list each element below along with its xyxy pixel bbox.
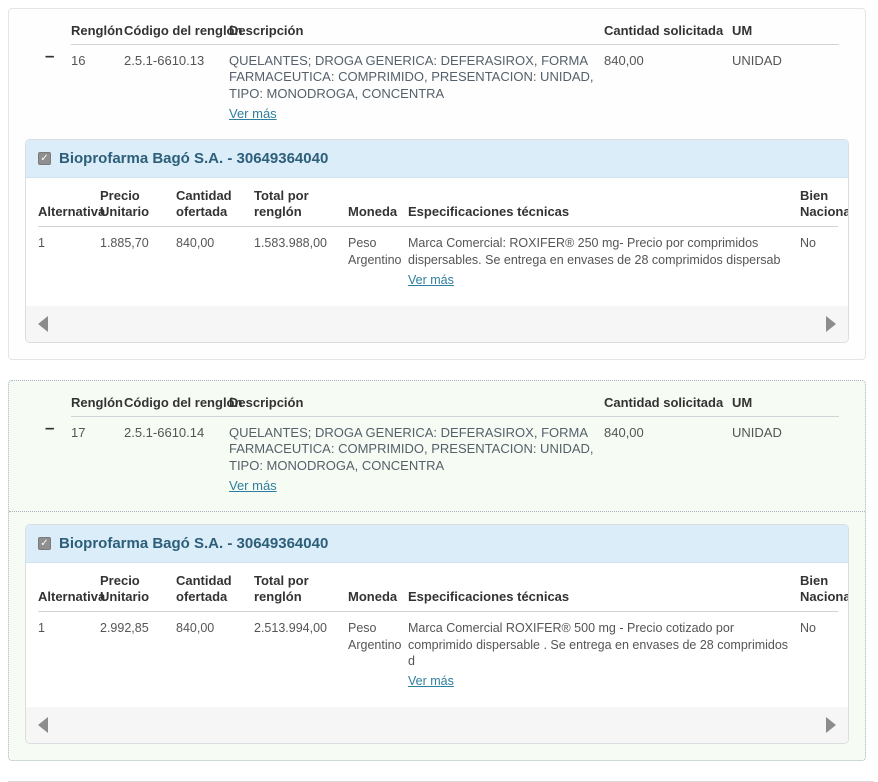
column-header-especificaciones: Especificaciones técnicas	[408, 565, 800, 612]
column-header-codigo: Código del renglón	[124, 387, 229, 417]
vendor-title: Bioprofarma Bagó S.A. - 30649364040	[59, 535, 328, 552]
column-header-especificaciones: Especificaciones técnicas	[408, 180, 800, 227]
column-header-bien-nacional: Bien Nacional	[800, 180, 838, 227]
scroll-left-icon[interactable]	[38, 316, 48, 332]
offer-precio-value: 1.885,70	[100, 227, 176, 292]
offer-table: Alternativa Precio Unitario Cantidad ofe…	[38, 180, 838, 292]
ver-mas-link[interactable]: Ver más	[229, 478, 277, 493]
offer-especificaciones-value: Marca Comercial: ROXIFER® 250 mg- Precio…	[408, 235, 792, 268]
vendor-panel-header[interactable]: ✓ Bioprofarma Bagó S.A. - 30649364040	[26, 140, 848, 178]
column-header-cantidad-ofertada: Cantidad ofertada	[176, 180, 254, 227]
offer-table-wrap: Alternativa Precio Unitario Cantidad ofe…	[26, 563, 848, 694]
column-header-alternativa: Alternativa	[38, 565, 100, 612]
offer-alternativa-value: 1	[38, 227, 100, 292]
collapse-minus-icon[interactable]: –	[45, 421, 54, 435]
column-header-precio: Precio Unitario	[100, 180, 176, 227]
renglon-section-17: Renglón Código del renglón Descripción C…	[8, 380, 866, 761]
offer-row: 1 1.885,70 840,00 1.583.988,00 Peso Arge…	[38, 227, 838, 292]
column-header-descripcion: Descripción	[229, 15, 604, 45]
offer-table-wrap: Alternativa Precio Unitario Cantidad ofe…	[26, 178, 848, 292]
offer-total-value: 1.583.988,00	[254, 227, 348, 292]
column-header-alternativa: Alternativa	[38, 180, 100, 227]
offer-moneda-value: Peso Argentino	[348, 227, 408, 292]
offer-especificaciones-value: Marca Comercial ROXIFER® 500 mg - Precio…	[408, 620, 792, 669]
scroll-left-icon[interactable]	[38, 717, 48, 733]
horizontal-scroll-strip	[26, 707, 848, 743]
vendor-checkbox-icon[interactable]: ✓	[38, 152, 51, 165]
column-header-codigo: Código del renglón	[124, 15, 229, 45]
column-header-total: Total por renglón	[254, 565, 348, 612]
column-header-bien-nacional: Bien Nacional	[800, 565, 838, 612]
offer-cantidad-value: 840,00	[176, 612, 254, 694]
offer-row: 1 2.992,85 840,00 2.513.994,00 Peso Arge…	[38, 612, 838, 694]
scroll-right-icon[interactable]	[826, 717, 836, 733]
vendor-panel: ✓ Bioprofarma Bagó S.A. - 30649364040 Al…	[25, 524, 849, 745]
item-codigo-value: 2.5.1-6610.14	[124, 417, 229, 497]
offer-bien-nacional-value: No	[800, 612, 838, 694]
column-header-renglon: Renglón	[71, 15, 124, 45]
column-header-precio: Precio Unitario	[100, 565, 176, 612]
item-codigo-value: 2.5.1-6610.13	[124, 45, 229, 125]
item-descripcion-value: QUELANTES; DROGA GENERICA: DEFERASIROX, …	[229, 53, 596, 102]
column-header-moneda: Moneda	[348, 180, 408, 227]
item-um-value: UNIDAD	[732, 45, 839, 125]
item-um-value: UNIDAD	[732, 417, 839, 497]
item-block: Renglón Código del renglón Descripción C…	[9, 381, 865, 512]
horizontal-scroll-strip	[26, 306, 848, 342]
item-row: – 17 2.5.1-6610.14 QUELANTES; DROGA GENE…	[9, 417, 839, 497]
vendor-panel-header[interactable]: ✓ Bioprofarma Bagó S.A. - 30649364040	[26, 525, 848, 563]
item-cantidad-value: 840,00	[604, 45, 732, 125]
offer-moneda-value: Peso Argentino	[348, 612, 408, 694]
offer-cantidad-value: 840,00	[176, 227, 254, 292]
item-table: Renglón Código del renglón Descripción C…	[9, 387, 839, 497]
item-cantidad-value: 840,00	[604, 417, 732, 497]
column-header-renglon: Renglón	[71, 387, 124, 417]
vendor-panel: ✓ Bioprofarma Bagó S.A. - 30649364040 Al…	[25, 139, 849, 343]
offer-bien-nacional-value: No	[800, 227, 838, 292]
toggle-column-header	[9, 387, 71, 417]
offer-total-value: 2.513.994,00	[254, 612, 348, 694]
ver-mas-link[interactable]: Ver más	[229, 106, 277, 121]
collapse-minus-icon[interactable]: –	[45, 49, 54, 63]
vendor-title: Bioprofarma Bagó S.A. - 30649364040	[59, 150, 328, 167]
scroll-right-icon[interactable]	[826, 316, 836, 332]
results-page: Renglón Código del renglón Descripción C…	[0, 0, 878, 782]
item-renglon-value: 17	[71, 417, 124, 497]
offer-precio-value: 2.992,85	[100, 612, 176, 694]
column-header-um: UM	[732, 387, 839, 417]
item-table: Renglón Código del renglón Descripción C…	[9, 15, 839, 125]
column-header-moneda: Moneda	[348, 565, 408, 612]
ver-mas-link[interactable]: Ver más	[408, 673, 454, 689]
column-header-cantidad: Cantidad solicitada	[604, 15, 732, 45]
column-header-total: Total por renglón	[254, 180, 348, 227]
offer-alternativa-value: 1	[38, 612, 100, 694]
item-descripcion-value: QUELANTES; DROGA GENERICA: DEFERASIROX, …	[229, 425, 596, 474]
item-block: Renglón Código del renglón Descripción C…	[9, 9, 865, 139]
column-header-um: UM	[732, 15, 839, 45]
column-header-cantidad: Cantidad solicitada	[604, 387, 732, 417]
ver-mas-link[interactable]: Ver más	[408, 272, 454, 288]
offer-table: Alternativa Precio Unitario Cantidad ofe…	[38, 565, 838, 694]
item-renglon-value: 16	[71, 45, 124, 125]
column-header-descripcion: Descripción	[229, 387, 604, 417]
column-header-cantidad-ofertada: Cantidad ofertada	[176, 565, 254, 612]
toggle-column-header	[9, 15, 71, 45]
renglon-section-16: Renglón Código del renglón Descripción C…	[8, 8, 866, 360]
vendor-checkbox-icon[interactable]: ✓	[38, 537, 51, 550]
item-row: – 16 2.5.1-6610.13 QUELANTES; DROGA GENE…	[9, 45, 839, 125]
